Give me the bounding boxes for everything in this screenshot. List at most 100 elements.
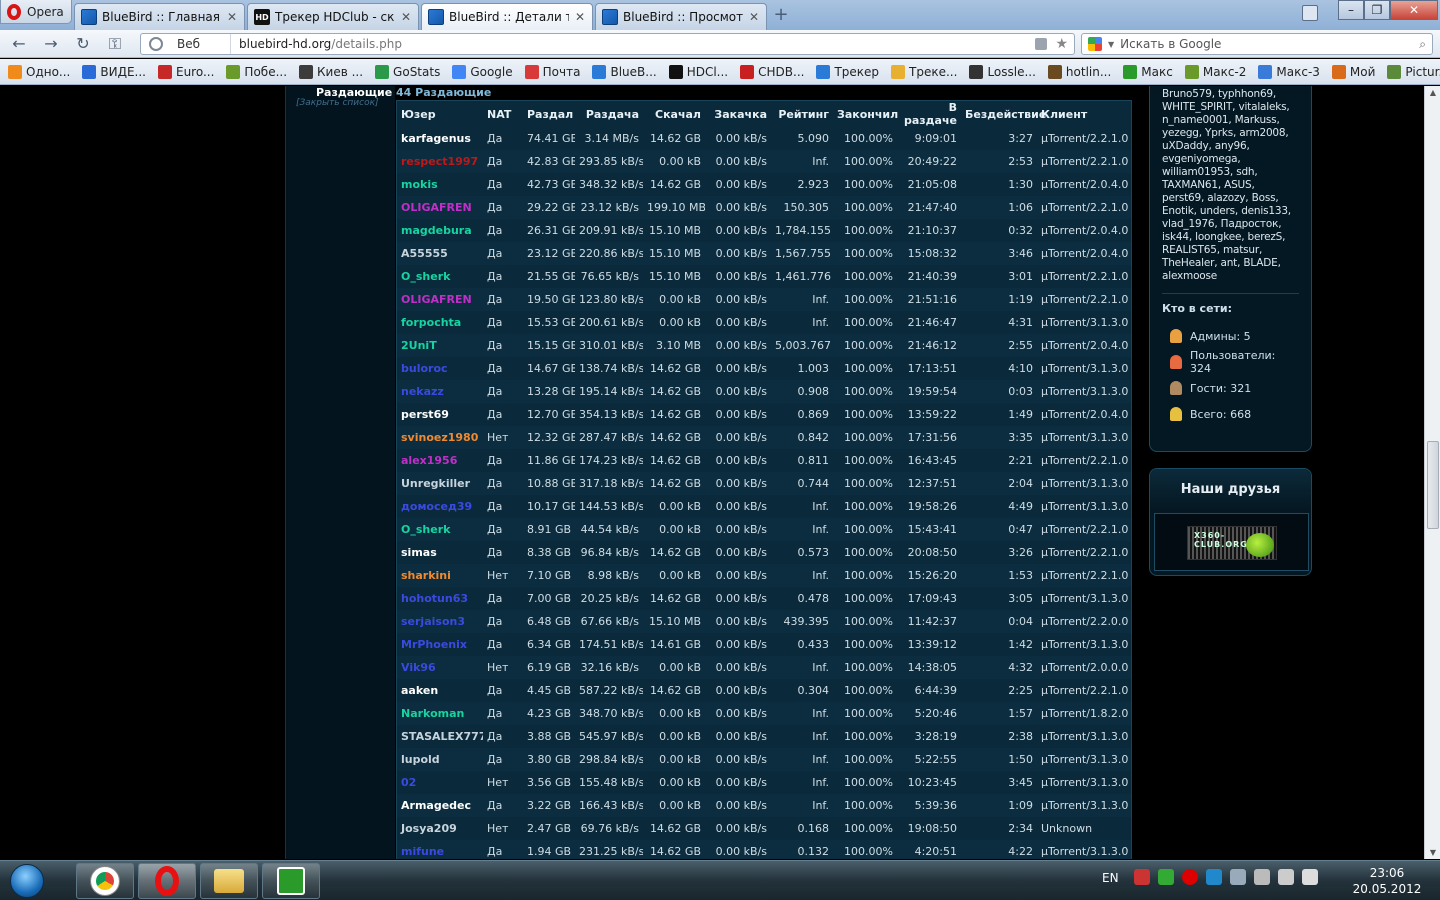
display-icon[interactable] [1278, 869, 1294, 885]
maximize-button[interactable]: ❐ [1364, 0, 1390, 20]
col-done[interactable]: Закончил [833, 101, 898, 127]
peer-username[interactable]: O_sherk [397, 518, 483, 541]
bookmark-item[interactable]: Макс [1123, 64, 1173, 79]
input-language[interactable]: EN [1102, 871, 1119, 885]
url-text[interactable]: bluebird-hd.org/details.php [231, 37, 1035, 51]
search-icon[interactable]: ⌕ [1419, 37, 1426, 52]
bookmark-item[interactable]: Google [452, 64, 513, 79]
bookmark-item[interactable]: Побе... [226, 64, 287, 79]
forward-arrow-icon[interactable]: → [40, 34, 62, 54]
bookmark-item[interactable]: Почта [524, 64, 580, 79]
x360-club-banner[interactable]: X360-CLUB.ORG [1187, 526, 1277, 560]
security-icon[interactable] [1158, 869, 1174, 885]
taskbar-explorer[interactable] [200, 863, 258, 899]
peer-username[interactable]: mokis [397, 173, 483, 196]
network-icon[interactable] [1134, 869, 1150, 885]
bookmark-item[interactable]: HDCl... [668, 64, 728, 79]
bookmark-item[interactable]: Euro... [157, 64, 214, 79]
peer-username[interactable]: Narkoman [397, 702, 483, 725]
close-icon[interactable]: ✕ [400, 10, 412, 24]
col-downloaded[interactable]: Скачал [643, 101, 705, 127]
bookmark-item[interactable]: ВИДЕ... [82, 64, 146, 79]
peer-username[interactable]: lupold [397, 748, 483, 771]
close-icon[interactable]: ✕ [574, 10, 586, 24]
bookmark-item[interactable]: CHDB... [740, 64, 804, 79]
vertical-scrollbar[interactable]: ▲ ▼ [1424, 86, 1440, 859]
peer-username[interactable]: STASALEX777 [397, 725, 483, 748]
bookmark-item[interactable]: Одно... [8, 64, 70, 79]
peer-username[interactable]: simas [397, 541, 483, 564]
col-uploaded[interactable]: Раздал [523, 101, 575, 127]
reload-icon[interactable]: ↻ [72, 34, 94, 54]
peer-username[interactable]: alex1956 [397, 449, 483, 472]
peer-username[interactable]: hohotun63 [397, 587, 483, 610]
friend-banner[interactable]: X360-CLUB.ORG [1154, 513, 1309, 571]
peer-username[interactable]: 02 [397, 771, 483, 794]
bookmark-item[interactable]: Макс-3 [1258, 64, 1320, 79]
close-icon[interactable]: ✕ [226, 10, 238, 24]
opera-tray-icon[interactable] [1182, 869, 1198, 885]
peer-username[interactable]: OLIGAFREN [397, 196, 483, 219]
chevron-down-icon[interactable]: ▼ [1108, 40, 1114, 49]
scroll-up-icon[interactable]: ▲ [1428, 88, 1438, 97]
new-tab-button[interactable]: + [770, 6, 792, 26]
taskbar-chrome[interactable] [76, 863, 134, 899]
peer-username[interactable]: домосед39 [397, 495, 483, 518]
close-icon[interactable]: ✕ [748, 10, 760, 24]
volume-icon[interactable] [1302, 869, 1318, 885]
col-download-speed[interactable]: Закачка [705, 101, 771, 127]
search-field[interactable]: ▼ Искать в Google ⌕ [1081, 33, 1433, 55]
col-idle[interactable]: Бездействие [961, 101, 1046, 127]
bookmark-item[interactable]: Трекер [816, 64, 879, 79]
device-icon[interactable] [1254, 869, 1270, 885]
tab-hdclub[interactable]: HD Трекер HDClub - скач... ✕ [247, 3, 419, 30]
col-seeding-time[interactable]: В раздаче [897, 101, 961, 127]
trash-icon[interactable] [1302, 5, 1318, 21]
rss-icon[interactable] [1035, 38, 1048, 50]
col-user[interactable]: Юзер [397, 101, 483, 127]
peer-username[interactable]: aaken [397, 679, 483, 702]
bookmark-item[interactable]: Киев ... [299, 64, 363, 79]
bookmark-item[interactable]: Lossle... [969, 64, 1036, 79]
taskbar-opera[interactable] [138, 863, 196, 899]
star-icon[interactable]: ★ [1055, 36, 1068, 52]
minimize-button[interactable]: – [1338, 0, 1364, 20]
close-window-button[interactable]: ✕ [1390, 0, 1438, 20]
scroll-down-icon[interactable]: ▼ [1428, 848, 1438, 857]
tab-bluebird-main[interactable]: BlueBird :: Главная: ск... ✕ [74, 3, 245, 30]
peer-username[interactable]: serjaison3 [397, 610, 483, 633]
bookmark-item[interactable]: Мой [1331, 64, 1375, 79]
bookmark-item[interactable]: Треке... [891, 64, 957, 79]
bookmark-item[interactable]: Pictur... [1387, 64, 1440, 79]
address-bar[interactable]: Веб bluebird-hd.org/details.php ★ [140, 33, 1075, 55]
peer-username[interactable]: 2UniT [397, 334, 483, 357]
peer-username[interactable]: O_sherk [397, 265, 483, 288]
back-arrow-icon[interactable]: ← [8, 34, 30, 54]
peer-username[interactable]: Armagedec [397, 794, 483, 817]
peer-username[interactable]: buloroc [397, 357, 483, 380]
bluetooth-icon[interactable] [1206, 869, 1222, 885]
peer-username[interactable]: forpochta [397, 311, 483, 334]
peer-username[interactable]: MrPhoenix [397, 633, 483, 656]
peer-username[interactable]: svinoez1980 [397, 426, 483, 449]
start-button[interactable] [2, 862, 52, 900]
peer-username[interactable]: Unregkiller [397, 472, 483, 495]
peer-username[interactable]: Vik96 [397, 656, 483, 679]
col-ratio[interactable]: Рейтинг [771, 101, 833, 127]
peer-username[interactable]: OLIGAFREN [397, 288, 483, 311]
col-nat[interactable]: NAT [483, 101, 523, 127]
tab-bluebird-view[interactable]: BlueBird :: Просмотр п... ✕ [595, 3, 767, 30]
tab-bluebird-details[interactable]: BlueBird :: Детали тор... ✕ [421, 3, 593, 30]
bookmark-item[interactable]: hotlin... [1047, 64, 1111, 79]
bookmark-item[interactable]: Макс-2 [1184, 64, 1246, 79]
taskbar-utorrent[interactable] [262, 863, 320, 899]
peer-username[interactable]: A55555 [397, 242, 483, 265]
peer-username[interactable]: Josya209 [397, 817, 483, 840]
clock[interactable]: 23:06 20.05.2012 [1352, 865, 1422, 897]
scrollbar-thumb[interactable] [1427, 441, 1439, 529]
bookmark-item[interactable]: GoStats [375, 64, 440, 79]
peer-username[interactable]: respect1997 [397, 150, 483, 173]
printer-icon[interactable] [1230, 869, 1246, 885]
online-users-list[interactable]: Bruno579, typhhon69, WHITE_SPIRIT, vital… [1162, 86, 1299, 283]
peer-username[interactable]: perst69 [397, 403, 483, 426]
